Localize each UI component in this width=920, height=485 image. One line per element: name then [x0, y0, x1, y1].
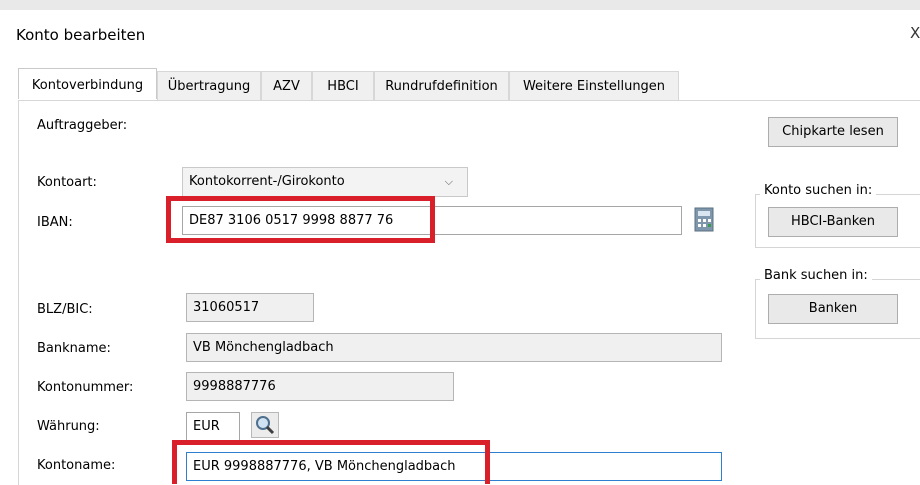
kontoart-label: Kontoart:	[37, 175, 97, 190]
magnifier-icon[interactable]	[251, 412, 279, 438]
tab-rundrufdefinition[interactable]: Rundrufdefinition	[374, 71, 509, 100]
tab-uebertragung[interactable]: Übertragung	[157, 71, 261, 100]
tab-hbci[interactable]: HBCI	[312, 71, 374, 100]
kontoart-value: Kontokorrent-/Girokonto	[189, 174, 345, 189]
bankname-field: VB Mönchengladbach	[186, 333, 722, 362]
waehrung-label: Währung:	[37, 419, 100, 434]
bankname-label: Bankname:	[37, 341, 111, 356]
iban-label: IBAN:	[37, 215, 73, 230]
kontonummer-label: Kontonummer:	[37, 380, 134, 395]
window-top-strip	[0, 0, 920, 10]
banken-button[interactable]: Banken	[768, 294, 898, 324]
bank-suchen-label: Bank suchen in:	[760, 268, 872, 283]
tab-kontoverbindung[interactable]: Kontoverbindung	[18, 68, 157, 99]
edit-account-dialog: Konto bearbeiten X Kontoverbindung Übert…	[0, 0, 920, 485]
iban-highlight	[166, 196, 435, 243]
calculator-icon[interactable]	[694, 207, 716, 233]
close-icon[interactable]: X	[910, 24, 920, 42]
kontoname-label: Kontoname:	[37, 458, 116, 473]
blz-bic-field: 31060517	[186, 293, 314, 322]
hbci-banken-button[interactable]: HBCI-Banken	[768, 207, 898, 237]
dialog-title: Konto bearbeiten	[16, 26, 146, 44]
tab-azv[interactable]: AZV	[261, 71, 312, 100]
kontoart-dropdown[interactable]: Kontokorrent-/Girokonto ⌵	[182, 167, 468, 197]
waehrung-input[interactable]: EUR	[186, 412, 240, 441]
konto-suchen-label: Konto suchen in:	[760, 183, 877, 198]
blz-bic-label: BLZ/BIC:	[37, 302, 93, 317]
auftraggeber-label: Auftraggeber:	[37, 118, 128, 133]
kontoname-highlight	[172, 440, 490, 484]
kontonummer-field: 9998887776	[186, 372, 454, 401]
chipkarte-lesen-button[interactable]: Chipkarte lesen	[768, 117, 898, 147]
tab-weitere-einstellungen[interactable]: Weitere Einstellungen	[509, 71, 679, 100]
chevron-down-icon: ⌵	[444, 175, 453, 188]
